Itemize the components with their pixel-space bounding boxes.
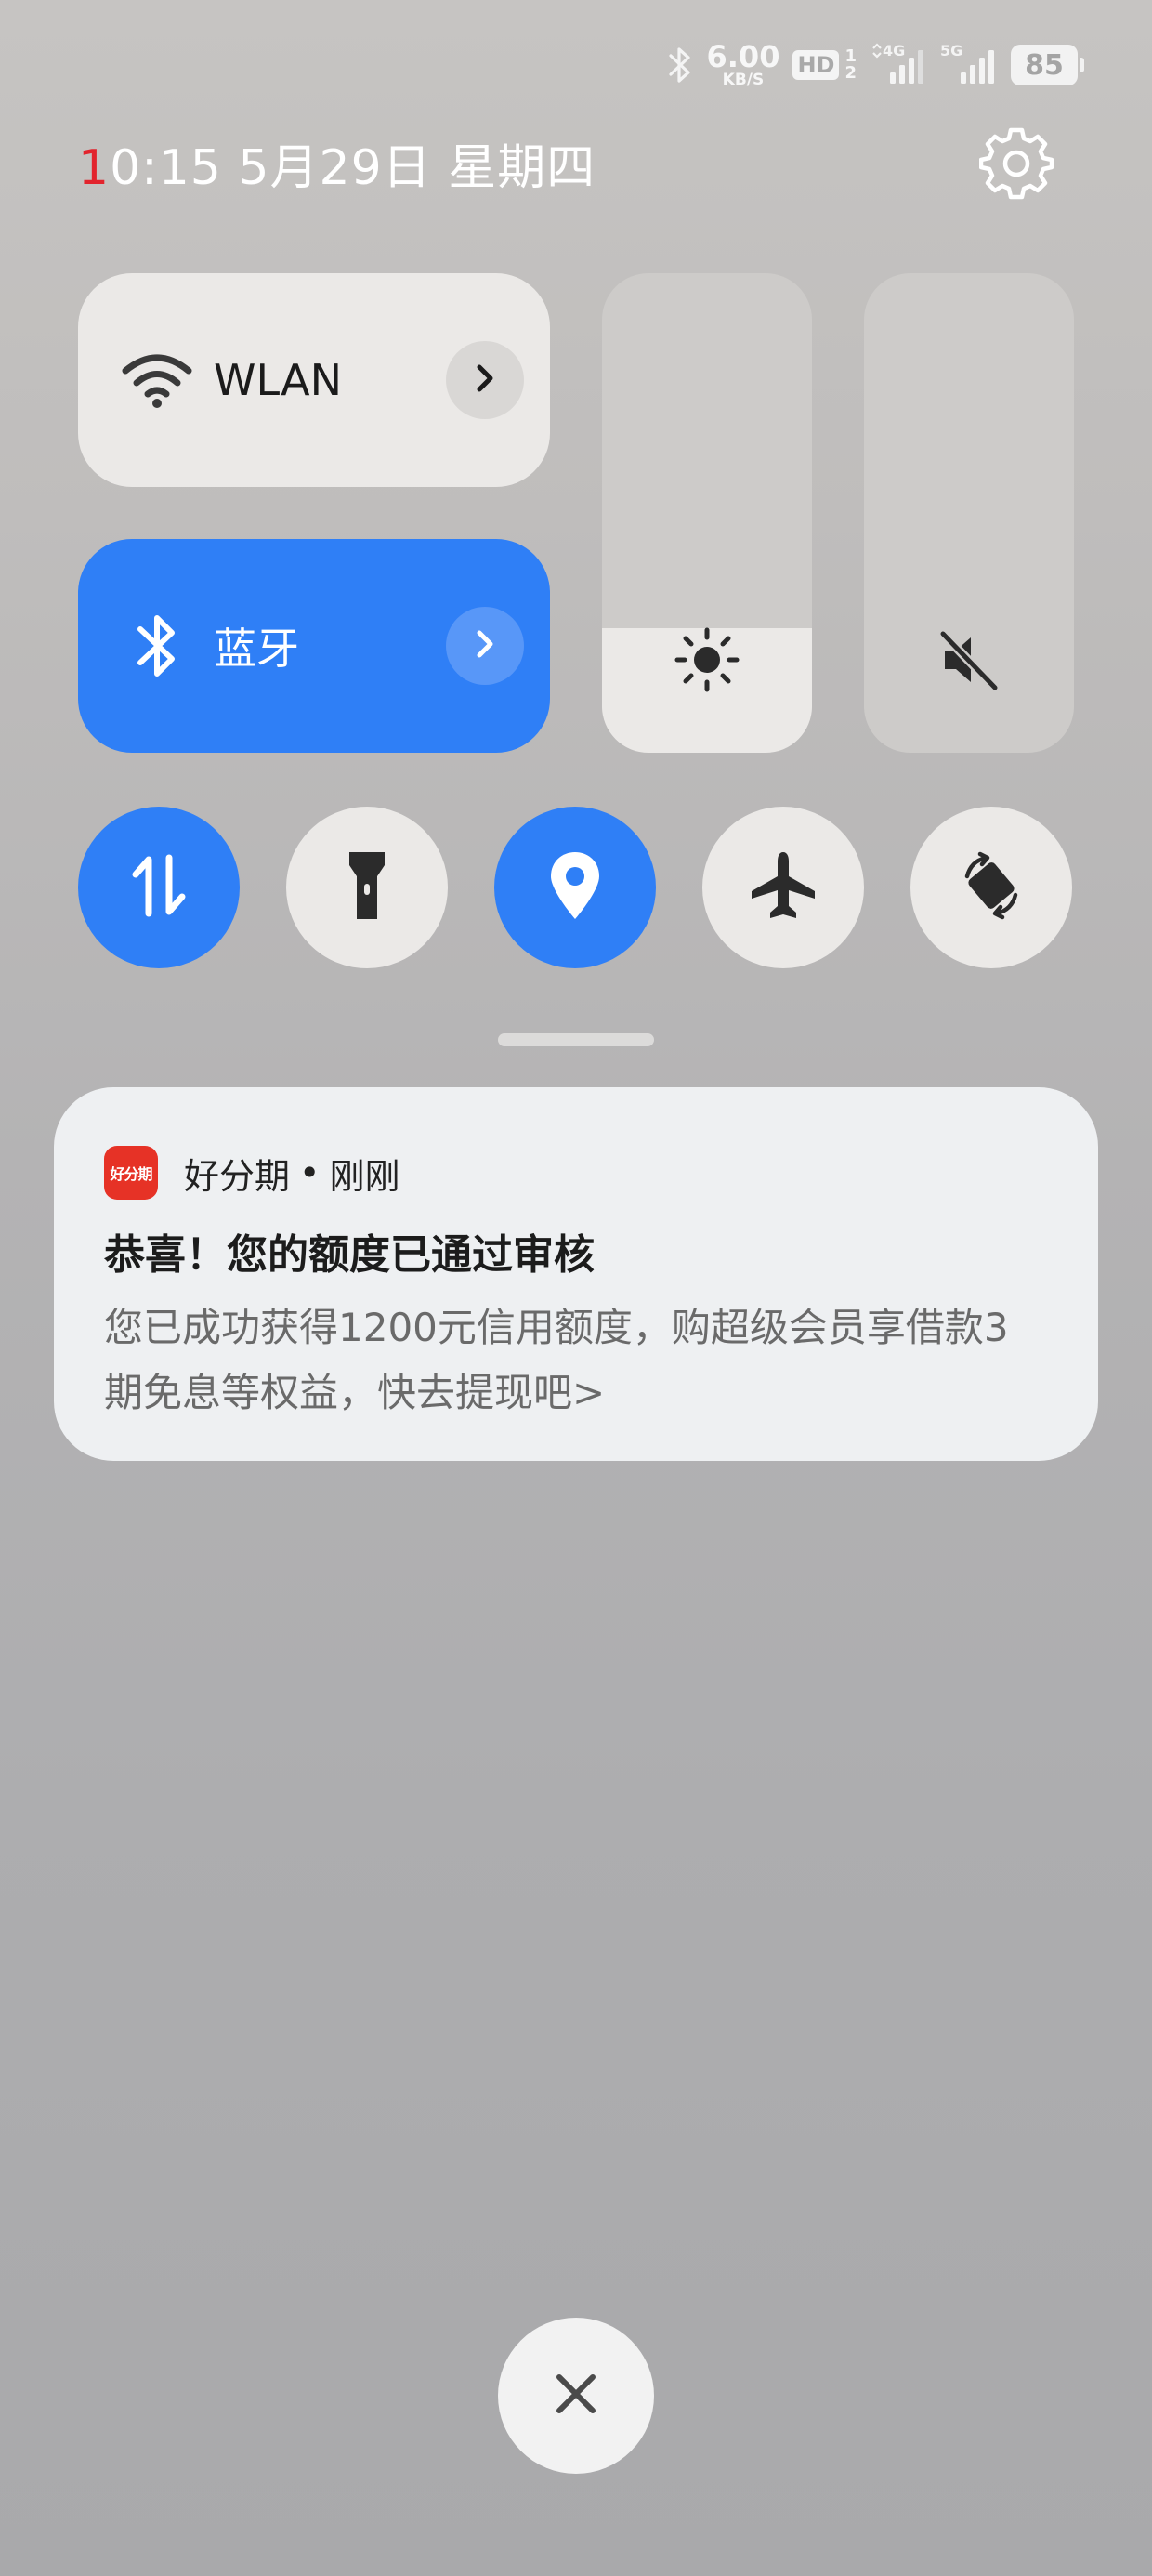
app-icon: 好分期 bbox=[104, 1146, 158, 1200]
separator-dot: • bbox=[299, 1152, 321, 1193]
network-2-label: 5G bbox=[940, 43, 962, 59]
bluetooth-tile[interactable]: 蓝牙 bbox=[78, 539, 550, 753]
notification-card[interactable]: 好分期 好分期 • 刚刚 恭喜！您的额度已通过审核 您已成功获得1200元信用额… bbox=[54, 1087, 1098, 1461]
status-bar: 6.00 KB/S HD 1 2 4G 5G 85 bbox=[666, 35, 1084, 95]
chevron-right-icon bbox=[471, 627, 499, 664]
hd-badge: HD bbox=[792, 50, 840, 80]
sim-slot-bottom: 2 bbox=[844, 63, 857, 83]
clear-notifications-button[interactable] bbox=[498, 2318, 654, 2474]
signal-icon: 4G bbox=[870, 43, 927, 87]
chevron-right-icon bbox=[471, 361, 499, 399]
date-time: 10:15 5月29日 星期四 bbox=[78, 128, 596, 198]
notification-time: 刚刚 bbox=[329, 1155, 400, 1197]
network-speed: 6.00 KB/S bbox=[707, 42, 780, 88]
airplane-mode-toggle[interactable] bbox=[702, 807, 864, 968]
notification-header: 好分期 好分期 • 刚刚 bbox=[104, 1145, 1048, 1201]
flashlight-toggle[interactable] bbox=[286, 807, 448, 968]
time: 0:15 bbox=[110, 140, 222, 196]
volume-slider[interactable] bbox=[864, 273, 1074, 753]
wlan-label: WLAN bbox=[214, 355, 343, 405]
auto-rotate-toggle[interactable] bbox=[910, 807, 1072, 968]
battery-indicator: 85 bbox=[1011, 45, 1084, 85]
rotate-icon bbox=[954, 848, 1028, 927]
notification-body: 您已成功获得1200元信用额度，购超级会员享借款3期免息等权益，快去提现吧> bbox=[104, 1305, 1009, 1415]
notification-title: 恭喜！您的额度已通过审核 bbox=[104, 1231, 595, 1279]
gear-icon bbox=[978, 126, 1054, 204]
wifi-icon bbox=[119, 342, 195, 418]
mobile-data-toggle[interactable] bbox=[78, 807, 240, 968]
bluetooth-icon bbox=[119, 608, 195, 684]
brightness-slider[interactable] bbox=[602, 273, 812, 753]
time-first-digit: 1 bbox=[78, 140, 111, 196]
net-speed-value: 6.00 bbox=[706, 39, 780, 74]
weekday: 星期四 bbox=[448, 140, 596, 196]
close-icon bbox=[550, 2368, 602, 2424]
network-1-label: 4G bbox=[883, 43, 905, 59]
data-transfer-icon bbox=[126, 848, 191, 927]
bluetooth-icon bbox=[666, 45, 694, 85]
location-toggle[interactable] bbox=[494, 807, 656, 968]
airplane-icon bbox=[748, 848, 818, 927]
wlan-details-button[interactable] bbox=[446, 341, 524, 419]
net-speed-unit: KB/S bbox=[722, 71, 765, 89]
app-name: 好分期 bbox=[184, 1155, 291, 1197]
brightness-icon bbox=[602, 619, 812, 701]
mute-icon bbox=[864, 619, 1074, 701]
panel-drag-handle[interactable] bbox=[498, 1033, 654, 1046]
bluetooth-details-button[interactable] bbox=[446, 607, 524, 685]
sim-slot-indicator: 1 2 bbox=[844, 48, 857, 82]
date: 5月29日 bbox=[238, 140, 432, 196]
bluetooth-label: 蓝牙 bbox=[214, 624, 299, 674]
flashlight-icon bbox=[344, 847, 390, 928]
settings-button[interactable] bbox=[975, 125, 1057, 206]
location-icon bbox=[545, 848, 605, 927]
signal-icon: 5G bbox=[940, 43, 998, 87]
quick-toggles bbox=[78, 807, 1074, 970]
wlan-tile[interactable]: WLAN bbox=[78, 273, 550, 487]
